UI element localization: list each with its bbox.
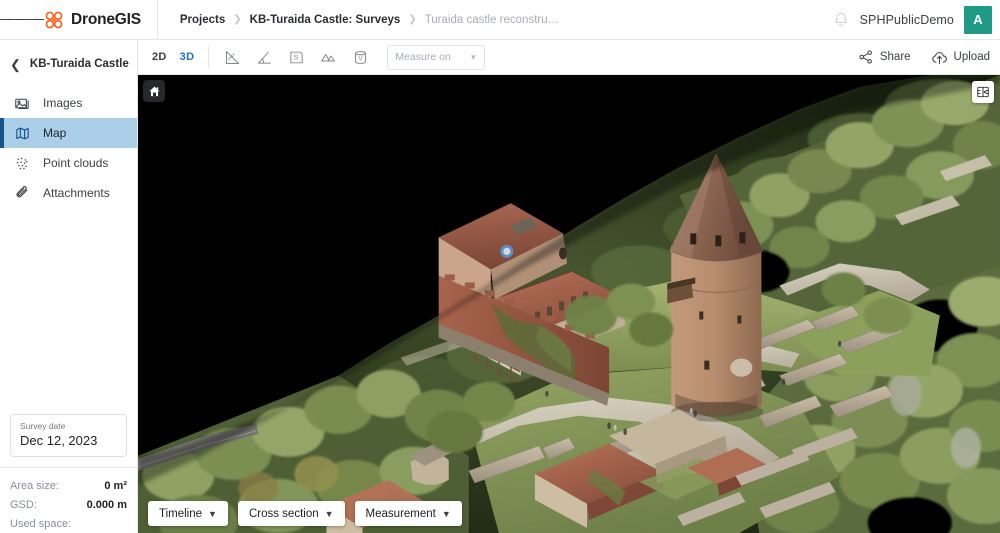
upload-label: Upload xyxy=(953,51,990,63)
toolbar-actions: Share Upload xyxy=(858,49,990,66)
tab-3d[interactable]: 3D xyxy=(180,51,195,63)
stat-label: Used space: xyxy=(10,517,72,530)
breadcrumb-item-surveys[interactable]: KB-Turaida Castle: Surveys xyxy=(250,14,401,26)
stat-row-used-space: Used space: xyxy=(10,514,127,533)
dimension-toggle: 2D 3D xyxy=(152,51,194,63)
share-nodes-icon xyxy=(859,50,872,64)
avatar[interactable]: A xyxy=(964,5,992,34)
home-view-button[interactable] xyxy=(143,80,165,102)
distance-measure-icon[interactable] xyxy=(223,48,242,67)
sidebar-item-label: Point clouds xyxy=(43,156,109,170)
svg-text:S: S xyxy=(294,52,299,61)
stat-row-gsd: GSD: 0.000 m xyxy=(10,495,127,514)
sidebar: ❮ KB-Turaida Castle Images Map Point clo… xyxy=(0,40,138,533)
svg-text:V: V xyxy=(359,55,364,62)
measurement-label: Measurement xyxy=(365,507,436,520)
sidebar-item-label: Attachments xyxy=(43,186,110,200)
dronegis-logo-icon xyxy=(45,11,63,28)
share-label: Share xyxy=(879,51,911,63)
angle-measure-icon[interactable] xyxy=(255,48,274,67)
sidebar-nav: Images Map Point clouds Attachments xyxy=(0,88,137,208)
top-bar-right: SPHPublicDemo A xyxy=(832,5,1000,34)
three-d-model-scene[interactable] xyxy=(138,75,1000,533)
viewport-bottom-toolbar: Timeline ▼ Cross section ▼ Measurement ▼ xyxy=(148,501,462,526)
map-viewport-3d[interactable]: Timeline ▼ Cross section ▼ Measurement ▼ xyxy=(138,75,1000,533)
elevation-measure-icon[interactable] xyxy=(319,48,338,67)
measure-on-placeholder: Measure on xyxy=(395,51,451,63)
breadcrumb-item-projects[interactable]: Projects xyxy=(180,14,225,26)
measure-on-select[interactable]: Measure on ▼ xyxy=(387,44,486,70)
sidebar-item-map[interactable]: Map xyxy=(0,118,137,148)
survey-stats: Area size: 0 m² GSD: 0.000 m Used space: xyxy=(0,467,137,533)
survey-date-label: Survey date xyxy=(20,421,66,431)
sidebar-project-header[interactable]: ❮ KB-Turaida Castle xyxy=(0,48,137,80)
survey-date-value: Dec 12, 2023 xyxy=(20,433,98,448)
sidebar-item-attachments[interactable]: Attachments xyxy=(0,178,137,208)
cross-section-label: Cross section xyxy=(248,507,319,520)
breadcrumb: Projects ❯ KB-Turaida Castle: Surveys ❯ … xyxy=(180,14,560,26)
measure-tools: S V xyxy=(223,48,370,67)
sidebar-item-label: Map xyxy=(43,126,67,140)
chevron-down-icon: ▼ xyxy=(208,508,217,519)
volume-measure-icon[interactable]: V xyxy=(351,48,370,67)
tab-2d[interactable]: 2D xyxy=(152,51,167,63)
map-toolbar: 2D 3D S V Measure on ▼ Share Upload xyxy=(138,40,1000,75)
stat-value: 0.000 m xyxy=(86,498,127,511)
sidebar-item-label: Images xyxy=(43,96,83,110)
map-column: 2D 3D S V Measure on ▼ Share Upload Time… xyxy=(138,40,1000,533)
chevron-right-icon: ❯ xyxy=(408,13,417,25)
sidebar-item-point-clouds[interactable]: Point clouds xyxy=(0,148,137,178)
sidebar-project-title: KB-Turaida Castle xyxy=(29,58,129,70)
chevron-down-icon: ▼ xyxy=(469,52,478,62)
images-icon xyxy=(14,95,31,112)
sidebar-item-images[interactable]: Images xyxy=(0,88,137,118)
app-root: DroneGIS Projects ❯ KB-Turaida Castle: S… xyxy=(0,0,1000,533)
measurement-dropdown-button[interactable]: Measurement ▼ xyxy=(354,501,462,526)
stat-label: GSD: xyxy=(10,498,37,511)
top-bar: DroneGIS Projects ❯ KB-Turaida Castle: S… xyxy=(0,0,1000,40)
stat-label: Area size: xyxy=(10,479,59,492)
chevron-down-icon: ▼ xyxy=(324,508,334,519)
toolbar-divider xyxy=(208,46,210,68)
brand-logo[interactable]: DroneGIS xyxy=(44,10,153,30)
username-label: SPHPublicDemo xyxy=(859,12,954,27)
surface-measure-icon[interactable]: S xyxy=(287,48,306,67)
brand-name: DroneGIS xyxy=(71,10,141,28)
chevron-left-icon[interactable]: ❮ xyxy=(10,58,21,71)
split-panel-icon xyxy=(977,86,989,98)
header-divider xyxy=(156,0,158,40)
model-render xyxy=(138,75,1000,533)
timeline-label: Timeline xyxy=(159,507,203,520)
notification-bell-icon[interactable] xyxy=(832,11,850,29)
timeline-dropdown-button[interactable]: Timeline ▼ xyxy=(148,501,228,526)
upload-button[interactable]: Upload xyxy=(931,49,990,66)
cross-section-dropdown-button[interactable]: Cross section ▼ xyxy=(237,501,345,526)
stat-value: 0 m² xyxy=(104,479,127,492)
map-icon xyxy=(14,125,31,142)
split-panel-button[interactable] xyxy=(972,81,994,103)
point-cloud-icon xyxy=(14,155,31,172)
chevron-down-icon: ▼ xyxy=(441,508,451,519)
survey-date-field[interactable]: Survey date Dec 12, 2023 xyxy=(10,414,127,457)
home-icon xyxy=(148,86,160,96)
paperclip-icon xyxy=(14,185,31,202)
share-button[interactable]: Share xyxy=(858,49,911,65)
cloud-upload-icon xyxy=(931,51,947,64)
chevron-right-icon: ❯ xyxy=(233,13,242,25)
main-body: ❮ KB-Turaida Castle Images Map Point clo… xyxy=(0,40,1000,533)
stat-row-area-size: Area size: 0 m² xyxy=(10,476,127,495)
hamburger-icon[interactable] xyxy=(0,16,45,23)
breadcrumb-item-current: Turaida castle reconstructi… xyxy=(424,13,560,26)
